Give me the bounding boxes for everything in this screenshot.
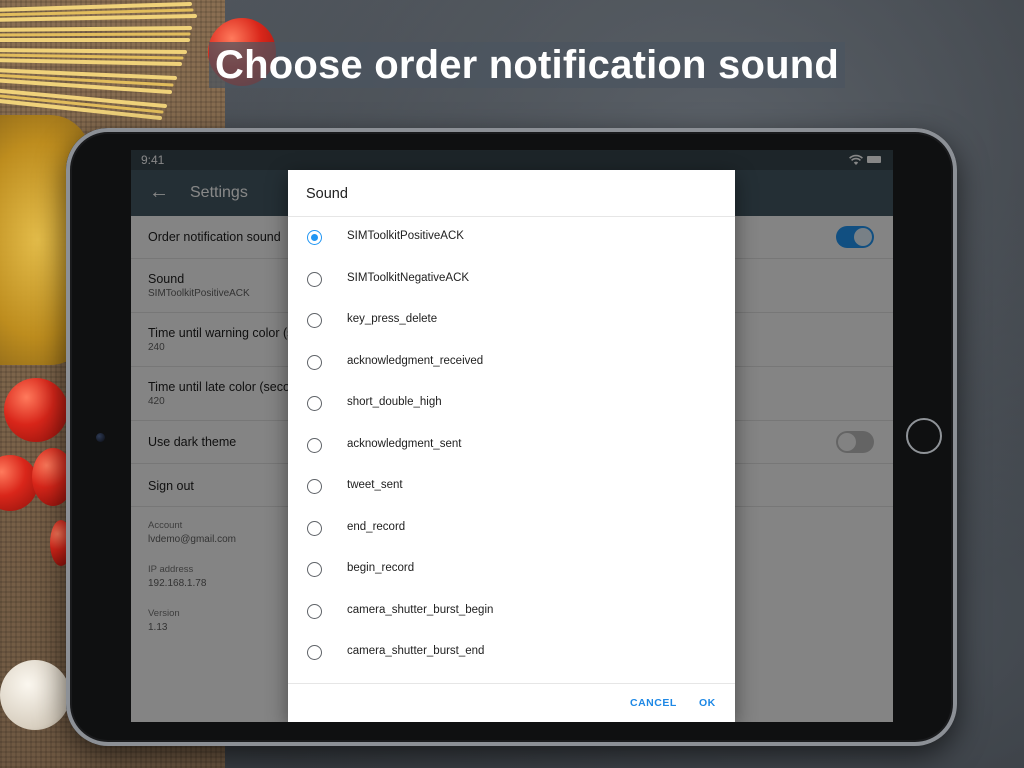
sound-option[interactable]: end_record [288, 508, 735, 550]
sound-option[interactable]: camera_shutter_burst_end [288, 632, 735, 674]
camera-icon [96, 433, 105, 442]
tomato-image [4, 378, 68, 442]
sound-option-label: short_double_high [347, 396, 442, 408]
sound-option-label: begin_record [347, 562, 415, 574]
cancel-button[interactable]: CANCEL [630, 697, 677, 709]
radio-unchecked-icon[interactable] [307, 562, 322, 577]
sound-option-label: acknowledgment_sent [347, 437, 462, 450]
radio-checked-icon[interactable] [307, 230, 322, 245]
sound-option[interactable]: acknowledgment_sent [288, 425, 735, 467]
sound-option-label: camera_shutter_burst_end [347, 645, 485, 657]
radio-unchecked-icon[interactable] [307, 479, 322, 494]
sound-option-label: key_press_delete [347, 313, 438, 325]
sound-option[interactable]: tweet_sent [288, 466, 735, 508]
radio-unchecked-icon[interactable] [307, 603, 322, 619]
radio-unchecked-icon[interactable] [307, 520, 322, 536]
sound-option-label: SIMToolkitPositiveACK [347, 230, 464, 242]
sound-options-list: SIMToolkitPositiveACK SIMToolkitNegativeA… [288, 217, 735, 683]
sound-option[interactable]: SIMToolkitPositiveACK [288, 217, 735, 259]
sound-option-label: camera_shutter_burst_begin [347, 603, 494, 616]
radio-unchecked-icon[interactable] [307, 645, 322, 660]
headline: Choose order notification sound [209, 42, 845, 88]
dialog-title: Sound [306, 186, 348, 202]
sound-option[interactable]: short_double_high [288, 383, 735, 425]
sound-option[interactable]: key_press_delete [288, 300, 735, 342]
radio-unchecked-icon[interactable] [307, 354, 322, 370]
sound-option-label: tweet_sent [347, 479, 403, 491]
sound-option[interactable]: acknowledgment_received [288, 342, 735, 384]
divider [288, 683, 735, 684]
sound-option-label: end_record [347, 520, 406, 533]
ok-button[interactable]: OK [699, 697, 716, 709]
garlic-image [0, 660, 70, 730]
radio-unchecked-icon[interactable] [307, 437, 322, 453]
home-button[interactable] [906, 418, 942, 454]
sound-option[interactable]: begin_record [288, 549, 735, 591]
radio-unchecked-icon[interactable] [307, 313, 322, 328]
tablet-screen: 9:41 ← Settings Order notification sound… [131, 150, 893, 722]
sound-option-label: SIMToolkitNegativeACK [347, 271, 470, 284]
radio-unchecked-icon[interactable] [307, 271, 322, 287]
sound-dialog: Sound SIMToolkitPositiveACK SIMToolkitNeg… [288, 170, 735, 722]
sound-option[interactable]: camera_shutter_burst_begin [288, 591, 735, 633]
radio-unchecked-icon[interactable] [307, 396, 322, 411]
spaghetti-image [0, 2, 197, 120]
sound-option[interactable]: SIMToolkitNegativeACK [288, 259, 735, 301]
sound-option-label: acknowledgment_received [347, 354, 484, 367]
